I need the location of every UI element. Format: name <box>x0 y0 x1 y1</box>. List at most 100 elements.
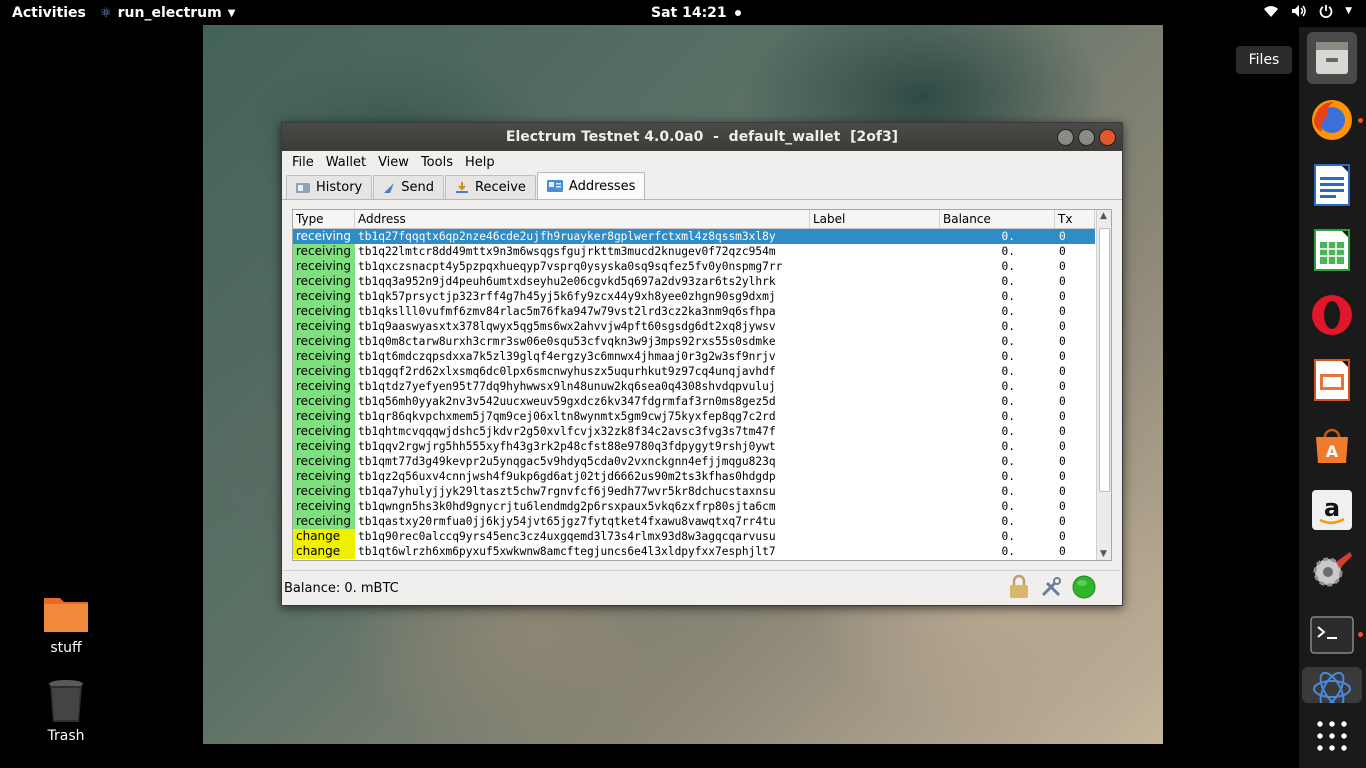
scrollbar-thumb[interactable] <box>1099 228 1110 492</box>
table-row[interactable]: receiving tb1qxczsnacpt4y5pzpqxhueqyp7vsp… <box>293 259 1095 274</box>
label-cell <box>810 229 940 244</box>
dock-files[interactable] <box>1307 32 1357 84</box>
address-type-cell: receiving <box>293 454 355 469</box>
running-indicator-icon <box>1358 632 1363 637</box>
dock-firefox[interactable] <box>1309 97 1363 143</box>
table-row[interactable]: receiving tb1q22lmtcr8dd49mttx9n3m6wsqgsf… <box>293 244 1095 259</box>
address-type-cell: change <box>293 544 355 559</box>
column-header-address[interactable]: Address <box>355 210 810 228</box>
dock-calc[interactable] <box>1309 227 1355 273</box>
window-titlebar[interactable]: Electrum Testnet 4.0.0a0 - default_walle… <box>282 123 1122 151</box>
dock-terminal[interactable] <box>1309 612 1363 658</box>
scroll-up-arrow-icon[interactable]: ▲ <box>1100 211 1107 221</box>
network-status-icon[interactable] <box>1072 575 1096 599</box>
tx-count-cell: 0 <box>1059 275 1066 288</box>
table-row[interactable]: receiving tb1qr86qkvpchxmem5j7qm9cej06xlt… <box>293 409 1095 424</box>
status-bar: Balance: 0. mBTC <box>282 570 1120 605</box>
table-row[interactable]: change tb1qt6wlrzh6xm6pyxuf5xwkwnw8amcfte… <box>293 544 1095 559</box>
balance-cell: 0. <box>1001 545 1015 558</box>
addresses-table: Type Address Label Balance Tx receiving t… <box>292 209 1112 561</box>
activities-button[interactable]: Activities <box>12 5 86 21</box>
menu-tools[interactable]: Tools <box>415 155 459 170</box>
label-cell <box>810 349 940 364</box>
vertical-scrollbar[interactable]: ▲ ▼ <box>1096 210 1111 560</box>
menu-bar: File Wallet View Tools Help <box>282 151 1122 173</box>
table-row[interactable]: receiving tb1qmt77d3g49kevpr2u5ynqgac5v9h… <box>293 454 1095 469</box>
table-row[interactable]: receiving tb1qastxy20rmfua0jj6kjy54jvt65j… <box>293 514 1095 529</box>
balance-cell: 0. <box>1001 485 1015 498</box>
table-row[interactable]: receiving tb1qq3a952n9jd4peuh6umtxdseyhu2… <box>293 274 1095 289</box>
table-body: receiving tb1q27fqqqtx6qp2nze46cde2ujfh9r… <box>293 229 1095 559</box>
desktop-trash[interactable]: Trash <box>26 678 106 744</box>
address-cell: tb1qwngn5hs3k0hd9gnycrjtu6lendmdg2p6rsxp… <box>358 500 776 513</box>
table-row[interactable]: receiving tb1qt6mdczqpsdxxa7k5zl39glqf4er… <box>293 349 1095 364</box>
dock-writer[interactable] <box>1309 162 1355 208</box>
close-button[interactable] <box>1099 129 1116 146</box>
tab-history[interactable]: History <box>286 175 373 199</box>
address-cell: tb1q9aaswyasxtx378lqwyx5qg5ms6wx2ahvvjw4… <box>358 320 776 333</box>
address-cell: tb1qt6mdczqpsdxxa7k5zl39glqf4ergzy3c6mnw… <box>358 350 776 363</box>
label-cell <box>810 514 940 529</box>
scroll-down-arrow-icon[interactable]: ▼ <box>1100 549 1107 559</box>
balance-cell: 0. <box>1001 500 1015 513</box>
files-icon <box>1316 42 1348 74</box>
balance-cell: 0. <box>1001 305 1015 318</box>
menu-wallet[interactable]: Wallet <box>320 155 372 170</box>
app-menu-label: run_electrum <box>117 5 222 21</box>
lock-icon[interactable] <box>1008 575 1030 599</box>
table-row[interactable]: receiving tb1q0m8ctarw8urxh3crmr3sw06e0sq… <box>293 334 1095 349</box>
table-row[interactable]: receiving tb1qgqf2rd62xlxsmq6dc0lpx6smcnw… <box>293 364 1095 379</box>
table-row[interactable]: receiving tb1qhtmcvqqqwjdshc5jkdvr2g50xvl… <box>293 424 1095 439</box>
dock-software[interactable]: A <box>1309 422 1355 468</box>
app-menu[interactable]: ⚛ run_electrum ▼ <box>100 5 235 21</box>
dock-opera[interactable] <box>1309 292 1355 338</box>
dock-amazon[interactable]: a <box>1309 487 1355 533</box>
table-row[interactable]: receiving tb1qk57prsyctjp323rff4g7h45yj5k… <box>293 289 1095 304</box>
address-type-cell: receiving <box>293 514 355 529</box>
column-header-balance[interactable]: Balance <box>940 210 1055 228</box>
writer-icon <box>1314 164 1350 206</box>
dock-show-apps[interactable] <box>1309 713 1355 759</box>
table-row[interactable]: receiving tb1qwngn5hs3k0hd9gnycrjtu6lendm… <box>293 499 1095 514</box>
system-tray[interactable]: ▼ <box>1263 4 1352 18</box>
address-type-cell: receiving <box>293 304 355 319</box>
dock-electrum[interactable] <box>1302 667 1362 703</box>
tab-receive[interactable]: Receive <box>445 175 536 199</box>
column-header-label[interactable]: Label <box>810 210 940 228</box>
label-cell <box>810 394 940 409</box>
table-row[interactable]: receiving tb1q56mh0yyak2nv3v542uucxweuv59… <box>293 394 1095 409</box>
address-cell: tb1qr86qkvpchxmem5j7qm9cej06xltn8wynmtx5… <box>358 410 776 423</box>
address-type-cell: receiving <box>293 364 355 379</box>
desktop-folder-stuff[interactable]: stuff <box>26 592 106 656</box>
table-row[interactable]: receiving tb1q9aaswyasxtx378lqwyx5qg5ms6w… <box>293 319 1095 334</box>
table-row[interactable]: receiving tb1qa7yhulyjjyk29ltaszt5chw7rgn… <box>293 484 1095 499</box>
column-header-type[interactable]: Type <box>293 210 355 228</box>
table-row[interactable]: receiving tb1q27fqqqtx6qp2nze46cde2ujfh9r… <box>293 229 1095 244</box>
tab-send[interactable]: Send <box>373 175 444 199</box>
address-cell: tb1qmt77d3g49kevpr2u5ynqgac5v9hdyq5cda0v… <box>358 455 776 468</box>
dock-settings[interactable] <box>1309 547 1355 593</box>
table-row[interactable]: receiving tb1qz2q56uxv4cnnjwsh4f9ukp6gd6a… <box>293 469 1095 484</box>
label-cell <box>810 334 940 349</box>
menu-help[interactable]: Help <box>459 155 501 170</box>
menu-view[interactable]: View <box>372 155 415 170</box>
address-type-cell: receiving <box>293 349 355 364</box>
dock-impress[interactable] <box>1309 357 1355 403</box>
balance-cell: 0. <box>1001 470 1015 483</box>
table-row[interactable]: receiving tb1qkslll0vufmf6zmv84rlac5m76fk… <box>293 304 1095 319</box>
wifi-icon <box>1264 6 1279 17</box>
address-cell: tb1q27fqqqtx6qp2nze46cde2ujfh9ruayker8gp… <box>358 230 776 243</box>
table-row[interactable]: receiving tb1qtdz7yefyen95t77dq9hyhwwsx9l… <box>293 379 1095 394</box>
tx-count-cell: 0 <box>1059 380 1066 393</box>
label-cell <box>810 244 940 259</box>
table-row[interactable]: change tb1q90rec0alccq9yrs45enc3cz4uxgqem… <box>293 529 1095 544</box>
column-header-tx[interactable]: Tx <box>1055 210 1095 228</box>
label-cell <box>810 364 940 379</box>
clock[interactable]: Sat 14:21 <box>651 5 741 21</box>
table-row[interactable]: receiving tb1qqv2rgwjrg5hh555xyfh43g3rk2p… <box>293 439 1095 454</box>
preferences-tools-icon[interactable] <box>1040 576 1062 598</box>
menu-file[interactable]: File <box>286 155 320 170</box>
minimize-button[interactable] <box>1057 129 1074 146</box>
maximize-button[interactable] <box>1078 129 1095 146</box>
tab-addresses[interactable]: Addresses <box>536 172 646 199</box>
